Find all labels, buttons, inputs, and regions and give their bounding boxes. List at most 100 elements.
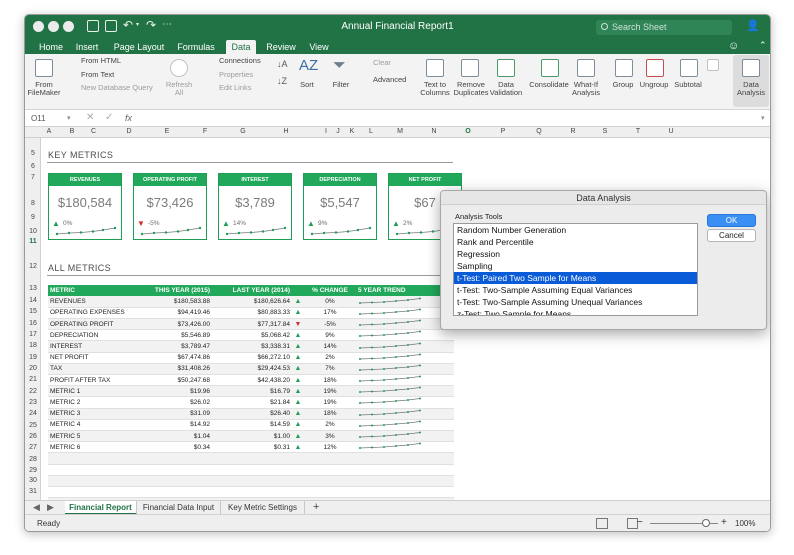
column-header[interactable]: D (99, 128, 159, 135)
metric-name-cell[interactable]: NET PROFIT (48, 352, 144, 364)
empty-row[interactable] (48, 486, 454, 499)
column-header[interactable]: M (383, 128, 417, 135)
column-header[interactable]: I (321, 128, 331, 135)
row-header[interactable]: 9 (25, 214, 41, 221)
subtotal-button[interactable]: Subtotal (671, 81, 705, 89)
row-header[interactable]: 15 (25, 308, 41, 315)
filter-button[interactable]: Filter (329, 81, 353, 89)
zoom-level[interactable]: 100% (735, 519, 755, 528)
arrow-up-icon[interactable]: ▲ (292, 441, 304, 454)
metric-name-cell[interactable]: METRIC 3 (48, 408, 144, 420)
this-year-cell[interactable]: $14.92 (144, 419, 212, 431)
last-year-cell[interactable]: $66,272.10 (212, 352, 292, 364)
empty-cell[interactable] (212, 452, 292, 465)
empty-cell[interactable] (292, 486, 304, 499)
show-detail-icon[interactable] (707, 59, 719, 71)
tab-review[interactable]: Review (264, 40, 298, 54)
column-header[interactable]: R (557, 128, 589, 135)
empty-cell[interactable] (144, 486, 212, 499)
metric-name-cell[interactable]: INTEREST (48, 340, 144, 353)
row-header[interactable]: 18 (25, 342, 41, 349)
tab-page-layout[interactable]: Page Layout (112, 40, 166, 54)
this-year-cell[interactable]: $180,583.88 (144, 296, 212, 308)
last-year-cell[interactable]: $3,338.31 (212, 340, 292, 353)
trend-cell[interactable] (356, 385, 454, 398)
row-header[interactable]: 24 (25, 410, 41, 417)
empty-cell[interactable] (356, 464, 454, 476)
what-if-analysis-button[interactable]: What-If Analysis (570, 81, 602, 97)
this-year-cell[interactable]: $31,408.26 (144, 363, 212, 376)
cancel-formula-icon[interactable]: ✕ (86, 112, 94, 123)
row-header[interactable]: 23 (25, 399, 41, 406)
last-year-cell[interactable]: $26.40 (212, 408, 292, 420)
tab-view[interactable]: View (307, 40, 331, 54)
trend-cell[interactable] (356, 329, 454, 342)
this-year-cell[interactable]: $0.34 (144, 441, 212, 454)
data-validation-button[interactable]: Data Validation (489, 81, 523, 97)
column-header[interactable]: T (621, 128, 655, 135)
remove-duplicates-button[interactable]: Remove Duplicates (453, 81, 489, 97)
column-header[interactable]: F (175, 128, 235, 135)
row-header[interactable]: 25 (25, 422, 41, 429)
column-header[interactable]: U (655, 128, 687, 135)
this-year-cell[interactable]: $31.09 (144, 408, 212, 420)
empty-cell[interactable] (304, 475, 356, 487)
smiley-feedback-icon[interactable]: ☺ (728, 40, 739, 52)
trend-cell[interactable] (356, 419, 454, 431)
last-year-cell[interactable]: $80,883.33 (212, 307, 292, 320)
zoom-slider-knob[interactable] (702, 519, 711, 527)
column-header[interactable]: O (451, 128, 485, 135)
row-header[interactable]: 19 (25, 354, 41, 361)
analysis-tool-item[interactable]: Random Number Generation (454, 224, 697, 236)
last-year-cell[interactable]: $42,438.20 (212, 374, 292, 387)
arrow-up-icon[interactable]: ▲ (292, 396, 304, 409)
clear-button[interactable]: Clear (361, 59, 391, 67)
from-html-button[interactable]: From HTML (69, 57, 121, 65)
change-cell[interactable]: 3% (304, 430, 356, 443)
sort-az-icon[interactable]: ↓A (277, 59, 288, 69)
empty-cell[interactable] (212, 464, 292, 476)
column-header[interactable]: K (345, 128, 359, 135)
change-cell[interactable]: 19% (304, 396, 356, 409)
row-header[interactable]: 12 (25, 263, 41, 270)
zoom-slider[interactable] (650, 519, 718, 527)
confirm-formula-icon[interactable]: ✓ (105, 112, 113, 123)
column-header[interactable]: A (42, 128, 56, 135)
empty-cell[interactable] (356, 452, 454, 465)
trend-cell[interactable] (356, 441, 454, 454)
empty-cell[interactable] (48, 452, 144, 465)
sort-za-icon[interactable]: ↓Z (277, 76, 287, 86)
arrow-up-icon[interactable]: ▲ (292, 307, 304, 320)
column-header[interactable]: N (417, 128, 451, 135)
next-sheet-icon[interactable]: ▶ (47, 502, 54, 513)
row-header[interactable]: 16 (25, 320, 41, 327)
share-user-icon[interactable]: 👤 (746, 19, 760, 32)
arrow-up-icon[interactable]: ▲ (292, 385, 304, 398)
empty-cell[interactable] (144, 464, 212, 476)
tab-formulas[interactable]: Formulas (176, 40, 216, 54)
analysis-tool-item[interactable]: z-Test: Two Sample for Means (454, 308, 697, 315)
row-header[interactable]: 14 (25, 297, 41, 304)
last-year-cell[interactable]: $77,317.84 (212, 318, 292, 331)
data-analysis-button[interactable]: Data Analysis (733, 55, 769, 107)
this-year-cell[interactable]: $19.96 (144, 385, 212, 398)
column-header[interactable]: P (485, 128, 521, 135)
row-header[interactable]: 11 (25, 238, 41, 245)
sort-button[interactable]: Sort (295, 81, 319, 89)
row-header[interactable]: 29 (25, 467, 41, 474)
change-cell[interactable]: 9% (304, 329, 356, 342)
row-header[interactable]: 31 (25, 488, 41, 495)
metric-name-cell[interactable]: PROFIT AFTER TAX (48, 374, 144, 387)
row-header[interactable]: 20 (25, 365, 41, 372)
change-cell[interactable]: 2% (304, 419, 356, 431)
row-header[interactable]: 22 (25, 388, 41, 395)
name-box[interactable]: O11 (31, 114, 46, 123)
row-header[interactable]: 8 (25, 200, 41, 207)
empty-cell[interactable] (356, 486, 454, 499)
this-year-cell[interactable]: $3,789.47 (144, 340, 212, 353)
this-year-cell[interactable]: $5,546.89 (144, 329, 212, 342)
trend-cell[interactable] (356, 430, 454, 443)
this-year-cell[interactable]: $26.02 (144, 396, 212, 409)
row-header[interactable]: 21 (25, 376, 41, 383)
arrow-up-icon[interactable]: ▲ (292, 363, 304, 376)
